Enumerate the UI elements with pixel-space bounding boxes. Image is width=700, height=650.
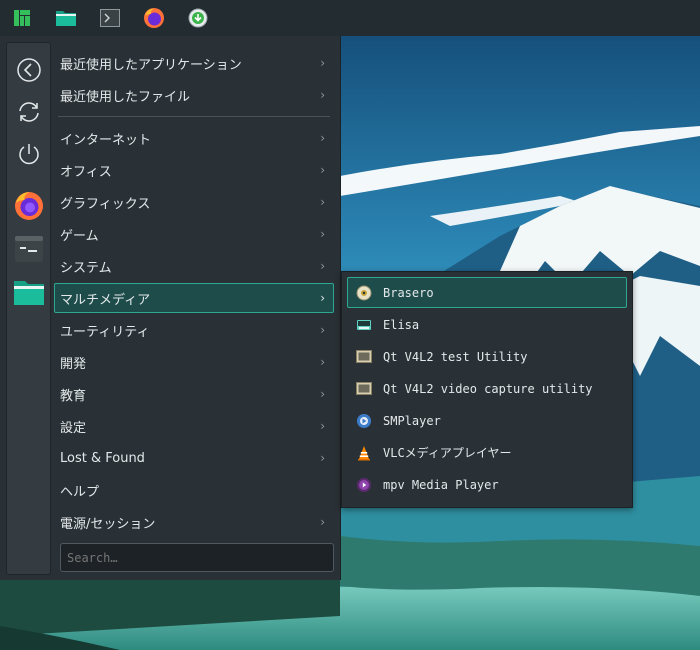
chevron-right-icon: ›: [320, 515, 325, 529]
app-vlc[interactable]: VLCメディアプレイヤー: [347, 437, 627, 468]
terminal-icon: [14, 236, 43, 262]
search-input[interactable]: [60, 543, 334, 572]
app-elisa[interactable]: Elisa: [347, 309, 627, 340]
chevron-right-icon: ›: [320, 323, 325, 337]
favorite-terminal[interactable]: [7, 229, 50, 269]
app-label: Qt V4L2 test Utility: [383, 349, 528, 364]
switch-user-button[interactable]: [7, 92, 50, 132]
category-label: オフィス: [60, 164, 112, 180]
category-label: 最近使用したファイル: [60, 89, 191, 105]
category-power-session[interactable]: 電源/セッション ›: [54, 507, 334, 537]
firefox-icon: [144, 8, 164, 28]
chevron-right-icon: ›: [320, 259, 325, 273]
taskbar: [0, 0, 700, 36]
category-office[interactable]: オフィス ›: [54, 155, 334, 185]
recent-applications[interactable]: 最近使用したアプリケーション ›: [54, 48, 334, 78]
app-brasero[interactable]: Brasero: [347, 277, 627, 308]
power-icon: [18, 144, 39, 165]
chevron-right-icon: ›: [320, 195, 325, 209]
terminal-icon: [100, 9, 120, 27]
category-lost-and-found[interactable]: Lost & Found ›: [54, 443, 334, 473]
back-button[interactable]: [7, 50, 50, 90]
taskbar-menu-button[interactable]: [0, 0, 44, 36]
separator: [58, 116, 330, 117]
app-qt-v4l2-capture[interactable]: Qt V4L2 video capture utility: [347, 373, 627, 404]
taskbar-terminal[interactable]: [88, 0, 132, 36]
chevron-right-icon: ›: [320, 163, 325, 177]
refresh-icon: [18, 102, 39, 122]
category-label: ヘルプ: [60, 484, 100, 500]
app-label: Qt V4L2 video capture utility: [383, 381, 593, 396]
category-label: 開発: [60, 356, 87, 372]
file-manager-icon: [56, 11, 76, 26]
category-utilities[interactable]: ユーティリティ ›: [54, 315, 334, 345]
chevron-right-icon: ›: [320, 131, 325, 145]
app-qt-v4l2-test[interactable]: Qt V4L2 test Utility: [347, 341, 627, 372]
taskbar-file-manager[interactable]: [44, 0, 88, 36]
favorite-file-manager[interactable]: [7, 272, 50, 312]
chevron-right-icon: ›: [320, 419, 325, 433]
chevron-right-icon: ›: [320, 227, 325, 241]
taskbar-firefox[interactable]: [132, 0, 176, 36]
favorite-firefox[interactable]: [7, 186, 50, 226]
category-label: ゲーム: [60, 228, 99, 244]
chevron-right-icon: ›: [320, 56, 325, 70]
webcam-icon: [356, 381, 372, 397]
category-development[interactable]: 開発 ›: [54, 347, 334, 377]
app-smplayer[interactable]: SMPlayer: [347, 405, 627, 436]
category-multimedia[interactable]: マルチメディア ›: [54, 283, 334, 313]
app-label: SMPlayer: [383, 413, 441, 428]
category-label: システム: [60, 260, 112, 276]
category-label: マルチメディア: [60, 292, 151, 308]
application-menu: 最近使用したアプリケーション › 最近使用したファイル › インターネット › …: [0, 36, 341, 580]
category-education[interactable]: 教育 ›: [54, 379, 334, 409]
taskbar-downloader[interactable]: [176, 0, 220, 36]
app-label: Brasero: [383, 285, 434, 300]
manjaro-logo-icon: [14, 10, 30, 26]
app-label: Elisa: [383, 317, 420, 332]
category-label: 最近使用したアプリケーション: [60, 57, 242, 73]
category-graphics[interactable]: グラフィックス ›: [54, 187, 334, 217]
category-label: 設定: [60, 420, 87, 436]
disc-burner-icon: [356, 285, 372, 301]
webcam-icon: [356, 349, 372, 365]
back-icon: [16, 58, 41, 82]
category-label: Lost & Found: [60, 450, 145, 466]
category-system[interactable]: システム ›: [54, 251, 334, 281]
mpv-icon: [356, 477, 372, 493]
vlc-cone-icon: [356, 445, 372, 461]
category-label: 電源/セッション: [60, 516, 156, 532]
recent-files[interactable]: 最近使用したファイル ›: [54, 80, 334, 110]
chevron-right-icon: ›: [320, 88, 325, 102]
app-label: mpv Media Player: [383, 477, 499, 492]
chevron-right-icon: ›: [320, 291, 325, 305]
category-games[interactable]: ゲーム ›: [54, 219, 334, 249]
music-player-icon: [356, 317, 372, 333]
category-label: 教育: [60, 388, 87, 404]
download-manager-icon: [188, 8, 208, 28]
folder-icon: [13, 281, 44, 305]
app-mpv[interactable]: mpv Media Player: [347, 469, 627, 500]
category-help[interactable]: ヘルプ: [54, 475, 334, 505]
firefox-icon: [14, 192, 43, 220]
multimedia-submenu: Brasero Elisa Qt V4L2 test Utility Qt V4…: [341, 271, 633, 508]
chevron-right-icon: ›: [320, 387, 325, 401]
category-settings[interactable]: 設定 ›: [54, 411, 334, 441]
chevron-right-icon: ›: [320, 355, 325, 369]
category-label: ユーティリティ: [60, 324, 150, 340]
category-label: インターネット: [60, 132, 152, 148]
category-internet[interactable]: インターネット ›: [54, 123, 334, 153]
category-label: グラフィックス: [60, 196, 151, 212]
smplayer-icon: [356, 413, 372, 429]
favorites-sidebar: [6, 42, 51, 575]
chevron-right-icon: ›: [320, 451, 325, 465]
power-button[interactable]: [7, 134, 50, 174]
app-label: VLCメディアプレイヤー: [383, 446, 512, 460]
